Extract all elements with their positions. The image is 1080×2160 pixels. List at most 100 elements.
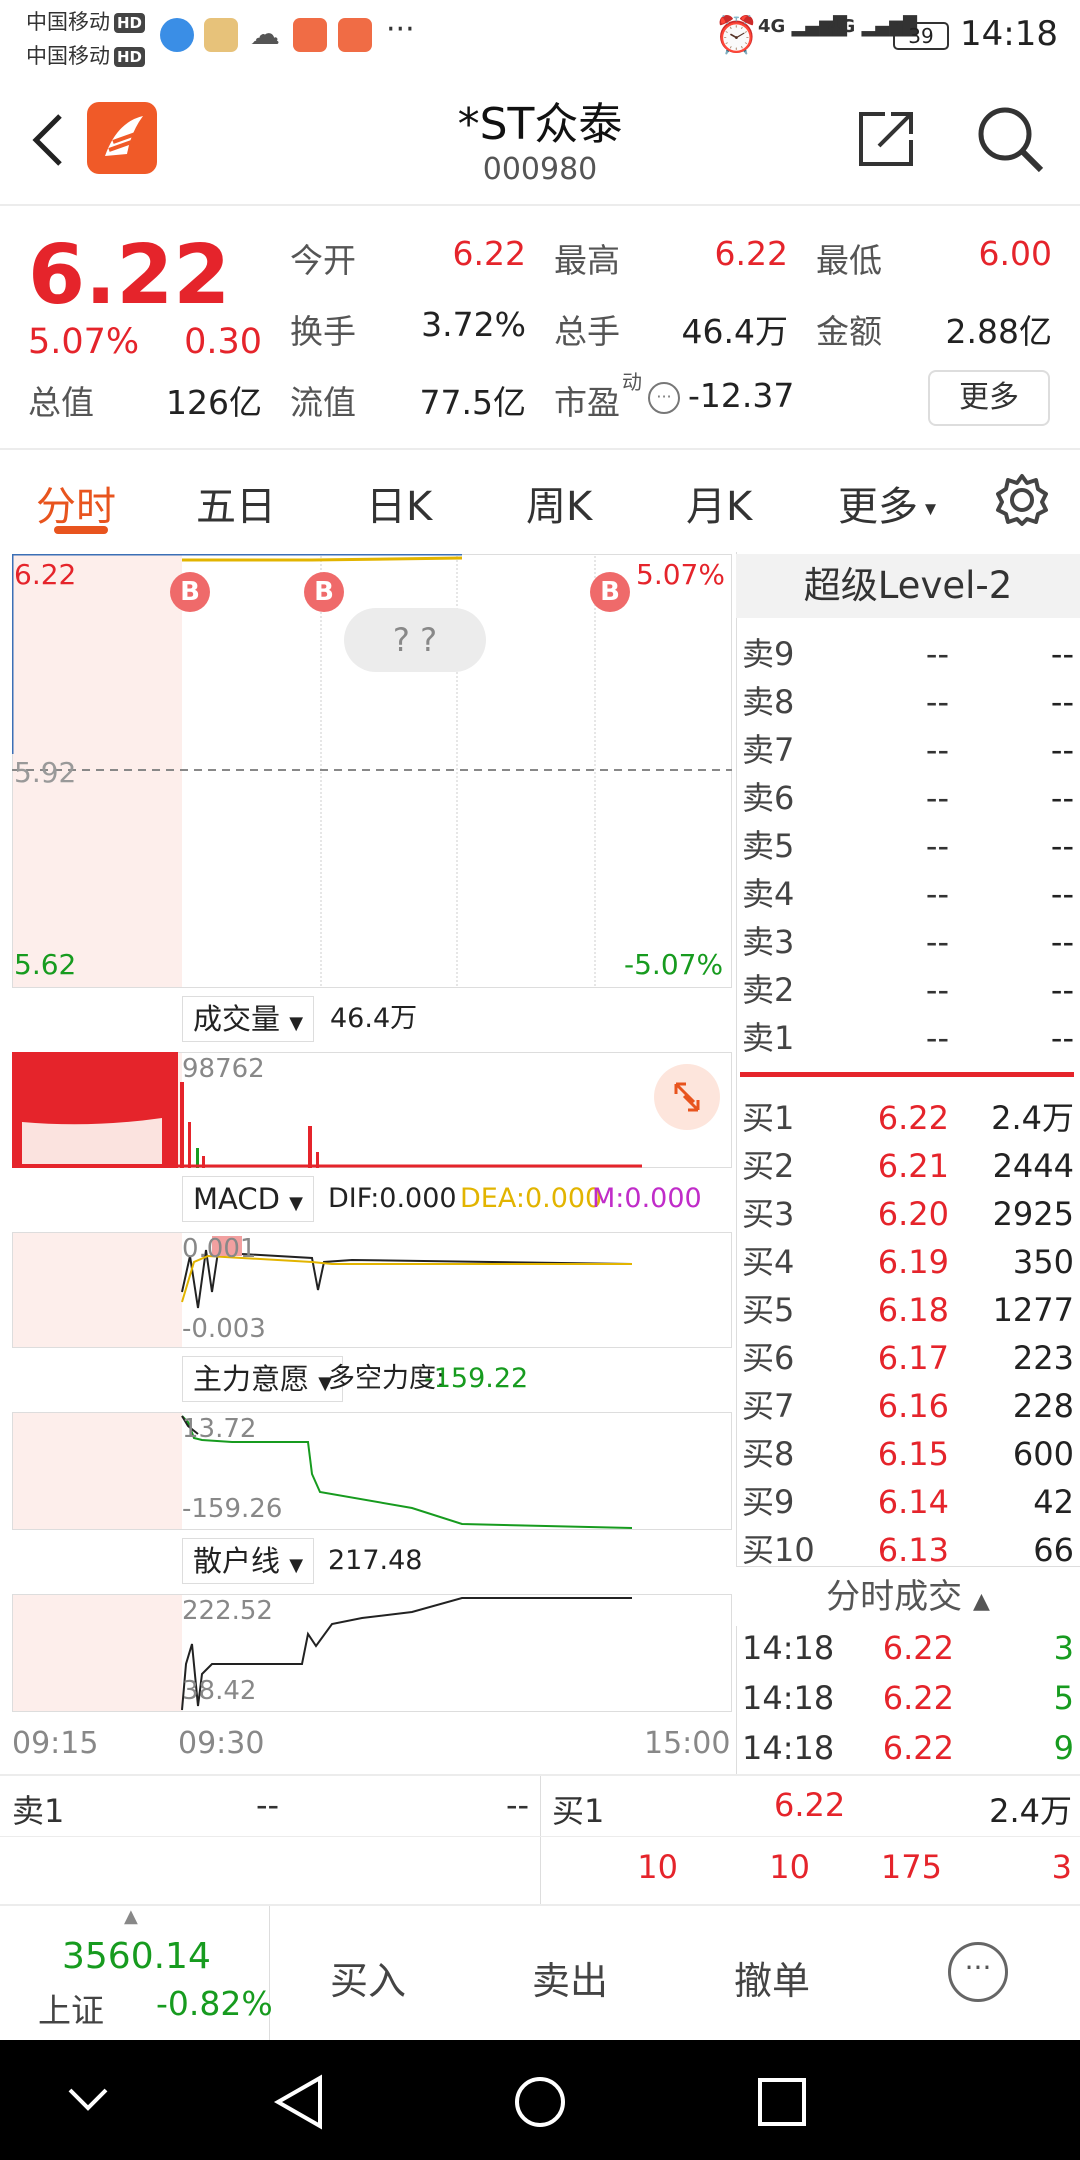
- pe-value: -12.37: [688, 376, 795, 415]
- buy-order-row[interactable]: 买7 6.16 228: [742, 1382, 1074, 1430]
- order-volume: 2925: [992, 1195, 1074, 1233]
- order-price: --: [925, 923, 949, 961]
- summary-buy1-vol: 2.4万: [989, 1792, 1072, 1830]
- trade-volume: 3: [1053, 1629, 1074, 1667]
- summary-sell1-vol: --: [506, 1786, 530, 1824]
- carrier-2: 中国移动 HD: [26, 40, 146, 70]
- hint-bubble[interactable]: ? ?: [344, 608, 486, 672]
- tab-monthly-k[interactable]: 月K: [686, 474, 752, 532]
- order-volume: --: [1050, 779, 1074, 817]
- order-volume: 223: [1012, 1339, 1074, 1377]
- buy-order-row[interactable]: 买9 6.14 42: [742, 1478, 1074, 1526]
- sell-order-row[interactable]: 卖6 -- --: [742, 774, 1074, 822]
- order-book-divider: [740, 1072, 1074, 1077]
- share-icon[interactable]: [855, 108, 917, 170]
- order-price: --: [925, 875, 949, 913]
- buy-marker[interactable]: B: [170, 572, 210, 612]
- pe-info-icon[interactable]: ···: [648, 382, 680, 414]
- summary-buy1-label: 买1: [552, 1792, 605, 1830]
- trades-title[interactable]: 分时成交 ▲: [736, 1566, 1080, 1626]
- expand-caret-icon[interactable]: ▲: [124, 1906, 138, 1927]
- order-label: 买8: [742, 1435, 795, 1473]
- buy-marker[interactable]: B: [590, 572, 630, 612]
- main-force-indicator-select[interactable]: 主力意愿 ▼: [182, 1356, 344, 1402]
- price-high-label: 6.22: [14, 558, 77, 591]
- tab-five-day[interactable]: 五日: [196, 474, 276, 532]
- main-force-lines: [181, 1415, 633, 1529]
- back-icon[interactable]: [28, 112, 68, 168]
- order-label: 卖1: [742, 1019, 795, 1057]
- sell-order-row[interactable]: 卖9 -- --: [742, 630, 1074, 678]
- search-icon[interactable]: [975, 104, 1047, 176]
- main-force-low-label: -159.26: [182, 1494, 283, 1524]
- macd-dif: DIF:0.000: [328, 1183, 457, 1214]
- order-volume: 228: [1012, 1387, 1074, 1425]
- high-label: 最高: [554, 241, 620, 280]
- order-volume: 600: [1012, 1435, 1074, 1473]
- tab-daily-k[interactable]: 日K: [366, 474, 432, 532]
- sell-order-row[interactable]: 卖3 -- --: [742, 918, 1074, 966]
- retail-indicator-select[interactable]: 散户线 ▼: [182, 1538, 315, 1584]
- order-label: 买4: [742, 1243, 795, 1281]
- order-price: 6.19: [877, 1243, 949, 1281]
- tab-more[interactable]: 更多 ▾: [838, 474, 936, 532]
- nav-back-icon[interactable]: [272, 2074, 328, 2130]
- buy-order-row[interactable]: 买2 6.21 2444: [742, 1142, 1074, 1190]
- sell-button[interactable]: 卖出: [532, 1950, 608, 2005]
- fullscreen-expand-icon[interactable]: [654, 1064, 720, 1130]
- order-label: 卖3: [742, 923, 795, 961]
- buy-button[interactable]: 买入: [330, 1950, 406, 2005]
- summary-sell1-label: 卖1: [12, 1792, 65, 1830]
- sell-order-row[interactable]: 卖1 -- --: [742, 1014, 1074, 1062]
- buy-order-row[interactable]: 买1 6.22 2.4万: [742, 1094, 1074, 1142]
- macd-indicator-select[interactable]: MACD ▼: [182, 1176, 314, 1222]
- sell-order-row[interactable]: 卖2 -- --: [742, 966, 1074, 1014]
- order-label: 买5: [742, 1291, 795, 1329]
- float-label: 流值: [290, 383, 356, 422]
- order-price: 6.22: [877, 1099, 949, 1137]
- buy-order-row[interactable]: 买6 6.17 223: [742, 1334, 1074, 1382]
- buy-order-row[interactable]: 买8 6.15 600: [742, 1430, 1074, 1478]
- tab-intraday[interactable]: 分时: [36, 474, 116, 532]
- volume-value: 46.4万: [330, 1003, 418, 1034]
- volume-max-label: 98762: [182, 1054, 265, 1084]
- settings-gear-icon[interactable]: [994, 472, 1050, 528]
- trade-volume: 5: [1053, 1679, 1074, 1717]
- stock-name: *ST众泰: [457, 99, 623, 150]
- summary-sell1-price: --: [256, 1786, 280, 1824]
- sell-order-row[interactable]: 卖7 -- --: [742, 726, 1074, 774]
- sell-order-row[interactable]: 卖4 -- --: [742, 870, 1074, 918]
- buy-order-row[interactable]: 买3 6.20 2925: [742, 1190, 1074, 1238]
- retail-lines: [181, 1597, 632, 1711]
- open-label: 今开: [290, 241, 356, 280]
- index-name: 上证: [38, 1991, 104, 2030]
- order-volume: --: [1050, 683, 1074, 721]
- more-quote-button[interactable]: 更多: [928, 370, 1050, 426]
- pct-low-label: -5.07%: [624, 948, 724, 981]
- amount-label: 金额: [816, 312, 882, 351]
- more-menu-icon[interactable]: ···: [948, 1942, 1008, 2002]
- order-volume: --: [1050, 971, 1074, 1009]
- open-value: 6.22: [452, 234, 526, 273]
- sell-order-row[interactable]: 卖5 -- --: [742, 822, 1074, 870]
- trade-time: 14:18: [742, 1629, 835, 1667]
- buy-order-row[interactable]: 买5 6.18 1277: [742, 1286, 1074, 1334]
- buy-marker[interactable]: B: [304, 572, 344, 612]
- nav-home-icon[interactable]: [512, 2074, 568, 2130]
- macd-low-label: -0.003: [182, 1314, 266, 1344]
- order-label: 卖2: [742, 971, 795, 1009]
- order-label: 买1: [742, 1099, 795, 1137]
- main-force-high-label: 13.72: [182, 1414, 257, 1444]
- tab-weekly-k[interactable]: 周K: [526, 474, 592, 532]
- turnover-label: 换手: [290, 312, 356, 351]
- queue-item: 3: [1051, 1848, 1072, 1886]
- level2-title[interactable]: 超级Level-2: [736, 554, 1080, 618]
- sell-order-row[interactable]: 卖8 -- --: [742, 678, 1074, 726]
- buy-order-row[interactable]: 买4 6.19 350: [742, 1238, 1074, 1286]
- volume-indicator-select[interactable]: 成交量 ▼: [182, 996, 315, 1042]
- cancel-order-button[interactable]: 撤单: [734, 1950, 810, 2005]
- pe-label: 市盈: [554, 383, 620, 422]
- buy-order-row[interactable]: 买10 6.13 66: [742, 1526, 1074, 1574]
- nav-recents-icon[interactable]: [756, 2076, 808, 2128]
- nav-collapse-icon[interactable]: [66, 2084, 110, 2116]
